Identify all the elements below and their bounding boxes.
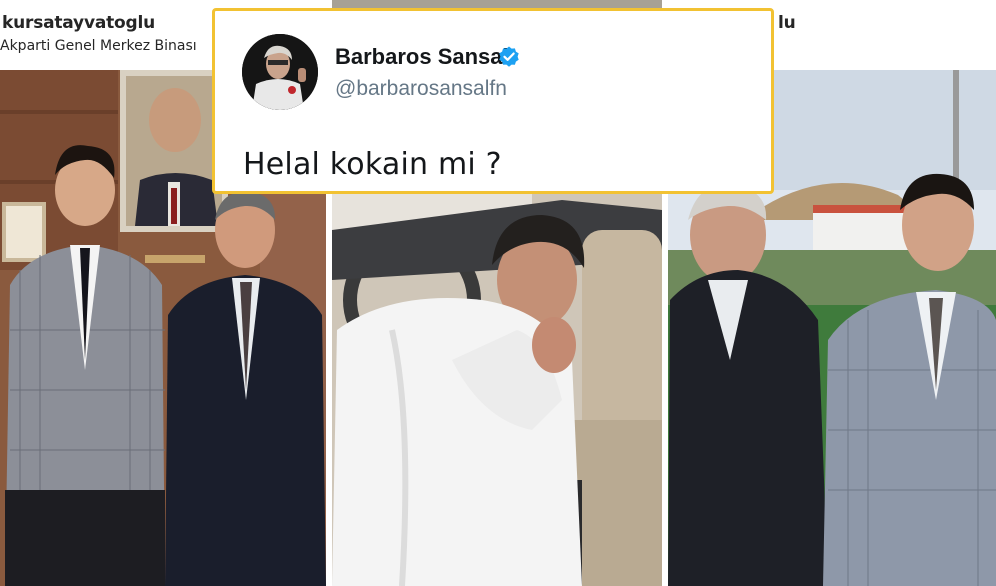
verified-badge-icon	[499, 46, 519, 67]
left-post-location[interactable]: Akparti Genel Merkez Binası	[0, 38, 197, 54]
tweet-handle[interactable]: @barbarosansalfn	[335, 77, 507, 101]
right-post-username[interactable]: lu	[778, 13, 796, 33]
tweet-display-name[interactable]: Barbaros Sansal	[335, 44, 509, 70]
tweet-text: Helal kokain mi ?	[243, 147, 502, 182]
tweet-avatar[interactable]	[242, 34, 318, 110]
tweet-card[interactable]: Barbaros Sansal @barbarosansalfn Helal k…	[212, 8, 774, 194]
left-post-username[interactable]: kursatayvatoglu	[2, 13, 155, 33]
